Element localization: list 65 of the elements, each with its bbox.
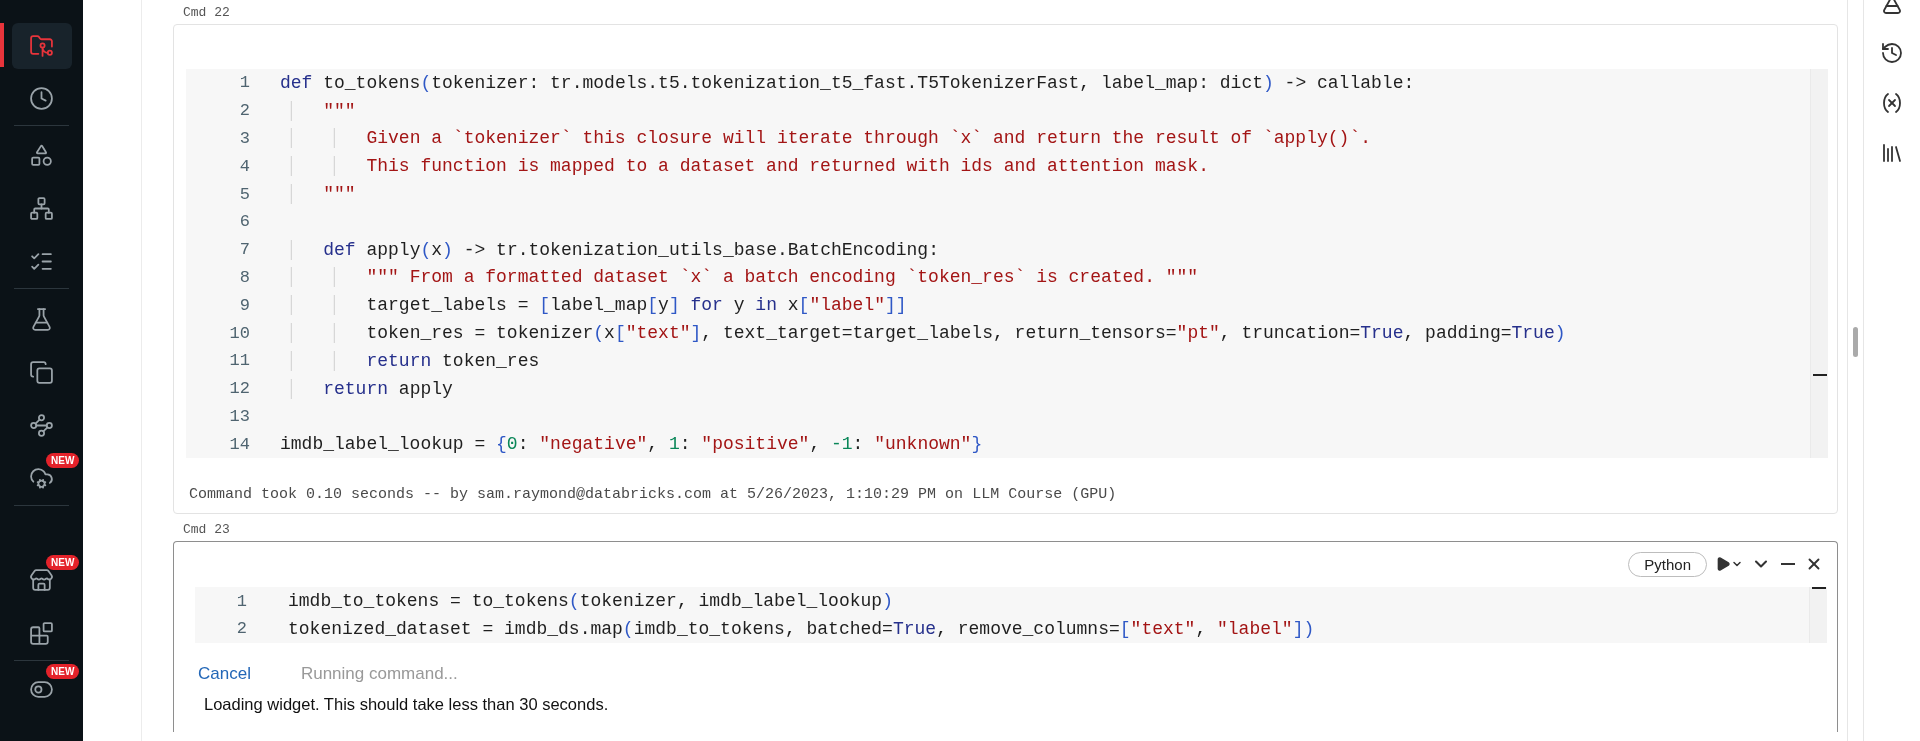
line-number: 13 bbox=[228, 406, 250, 426]
new-badge: NEW bbox=[46, 555, 80, 570]
line-number: 8 bbox=[238, 267, 250, 287]
scrollbar[interactable] bbox=[1847, 0, 1864, 741]
code-line: return apply bbox=[280, 378, 453, 399]
line-number: 12 bbox=[228, 379, 250, 399]
active-indicator bbox=[0, 23, 4, 67]
nav-icon bbox=[29, 413, 54, 438]
code-line: token_res = tokenizer(x["text"], text_target=target_labels, return_tensors="pt", truncation=True, padding=True) bbox=[280, 323, 1566, 344]
nav-icon bbox=[29, 621, 54, 646]
code-line: tokenized_dataset = imdb_ds.map(imdb_to_tokens, batched=True, remove_columns=["text", "label"]) bbox=[288, 618, 1315, 639]
line-number: 2 bbox=[235, 619, 247, 639]
history-icon[interactable] bbox=[1880, 41, 1904, 65]
line-number: 2 bbox=[238, 101, 250, 121]
code-editor[interactable]: 1 imdb_to_tokens = to_tokens(tokenizer, imdb_label_lookup) 2 tokenized_dataset = imdb_ds.map(imdb_to_tokens, batched=True, remove_columns=["text", "label"]) bbox=[195, 587, 1827, 643]
nav-icon bbox=[29, 33, 54, 58]
line-number: 6 bbox=[238, 212, 250, 232]
status-text: Running command... bbox=[300, 663, 458, 684]
nav-icon bbox=[29, 143, 54, 168]
code-line: Given a `tokenizer` this closure will iterate through `x` and return the result of `apply()`. bbox=[280, 128, 1371, 149]
code-line: imdb_label_lookup = {0: "negative", 1: "positive", -1: "unknown"} bbox=[280, 434, 983, 455]
line-number: 14 bbox=[228, 434, 250, 454]
code-line: This function is mapped to a dataset and returned with ids and attention mask. bbox=[280, 156, 1209, 177]
line-number: 9 bbox=[238, 295, 250, 315]
scrollbar-thumb[interactable] bbox=[1853, 327, 1858, 357]
sidebar-item[interactable]: NEW bbox=[0, 554, 83, 607]
line-number: 1 bbox=[238, 73, 250, 93]
nav-icon bbox=[29, 360, 54, 385]
line-number: 3 bbox=[238, 129, 250, 148]
line-number: 11 bbox=[228, 351, 250, 371]
minus-icon bbox=[1781, 562, 1795, 566]
cancel-link[interactable]: Cancel bbox=[198, 663, 251, 684]
minimize-button[interactable] bbox=[1779, 562, 1797, 566]
code-line: def apply(x) -> tr.tokenization_utils_base.BatchEncoding: bbox=[280, 239, 939, 260]
sidebar-item[interactable]: NEW bbox=[0, 452, 83, 505]
nav-icon bbox=[29, 196, 54, 221]
library-icon[interactable] bbox=[1880, 141, 1904, 165]
line-number: 1 bbox=[235, 591, 247, 611]
loading-message: Loading widget. This should take less than 30 seconds. bbox=[203, 694, 610, 714]
code-line: return token_res bbox=[280, 350, 540, 371]
command-info: Command took 0.10 seconds -- by sam.raymond@databricks.com at 5/26/2023, 1:10:29 PM on LLM Course (GPU) bbox=[188, 486, 1118, 504]
sidebar-item[interactable]: NEW bbox=[0, 663, 83, 716]
minimap-marker bbox=[1812, 587, 1826, 590]
cell-label: Cmd 22 bbox=[182, 6, 231, 20]
nav-icon bbox=[29, 466, 54, 491]
play-icon bbox=[1715, 556, 1731, 573]
cell-label: Cmd 23 bbox=[182, 523, 231, 538]
line-number: 7 bbox=[238, 240, 250, 260]
minimap-marker bbox=[1813, 374, 1827, 376]
nav-icon bbox=[29, 86, 54, 111]
nav-icon bbox=[29, 568, 54, 593]
line-number: 4 bbox=[238, 156, 250, 176]
new-badge: NEW bbox=[46, 664, 80, 679]
code-line: imdb_to_tokens = to_tokens(tokenizer, imdb_label_lookup) bbox=[288, 591, 893, 612]
code-editor[interactable] bbox=[186, 69, 1828, 459]
run-button[interactable] bbox=[1715, 556, 1743, 573]
code-line: """ From a formatted dataset `x` a batch encoding `token_res` is created. """ bbox=[280, 267, 1199, 288]
line-number: 10 bbox=[228, 323, 250, 343]
language-button[interactable]: Python bbox=[1628, 551, 1707, 577]
code-line: def to_tokens(tokenizer: tr.models.t5.tokenization_t5_fast.T5TokenizerFast, label_map: dict) -> callable: bbox=[280, 72, 1415, 93]
nav-icon bbox=[29, 307, 54, 332]
variable-icon[interactable] bbox=[1880, 91, 1904, 115]
code-line: target_labels = [label_map[y] for y in x["label"]] bbox=[280, 295, 907, 316]
new-badge: NEW bbox=[46, 453, 80, 468]
line-number: 5 bbox=[238, 184, 250, 204]
